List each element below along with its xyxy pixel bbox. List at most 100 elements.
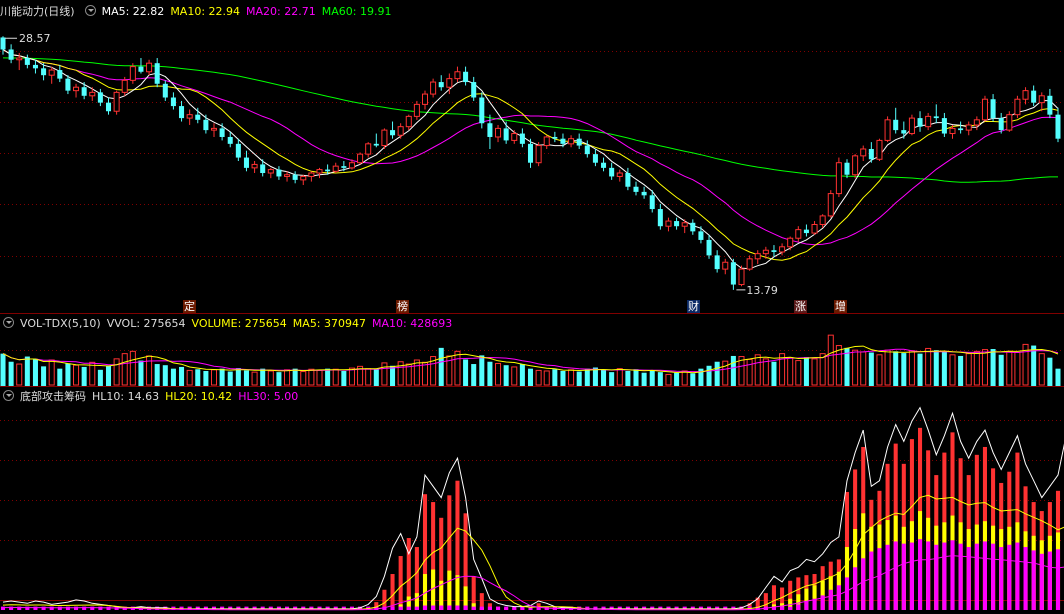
volume-bar	[421, 361, 429, 386]
indicator-magenta-bar	[504, 606, 509, 610]
candle-down	[105, 102, 112, 112]
volume-bar	[203, 370, 209, 386]
volume-bar	[179, 366, 185, 386]
volume-bar	[438, 347, 444, 386]
stock-name: 川能动力	[0, 5, 44, 18]
event-tag-fixed-increase[interactable]: 定	[183, 300, 196, 313]
volume-bar	[1006, 350, 1013, 386]
volume-bar	[186, 369, 193, 386]
volume-bar	[981, 349, 988, 386]
hl10-label: HL10: 14.63	[92, 390, 160, 403]
indicator-magenta-bar	[836, 585, 841, 610]
volume-bar	[893, 351, 899, 386]
event-tag-leaderboard[interactable]: 榜	[396, 300, 409, 313]
volume-bar	[471, 364, 477, 386]
candle-down	[893, 119, 899, 131]
volume-bar	[860, 351, 867, 386]
candle-up	[129, 66, 136, 81]
volume-bar	[113, 358, 120, 386]
volume-bar	[348, 367, 355, 386]
candle-down	[998, 118, 1004, 131]
candle-down	[292, 174, 298, 180]
candle-down	[730, 262, 736, 285]
volume-bar	[57, 368, 63, 386]
volume-bar	[0, 353, 6, 386]
candle-up	[113, 91, 120, 112]
indicator-menu-icon[interactable]	[3, 317, 14, 328]
candle-down	[633, 186, 639, 192]
indicator-magenta-bar	[398, 606, 403, 610]
candle-down	[844, 162, 850, 175]
indicator-magenta-bar	[853, 567, 858, 610]
indicator-magenta-bar	[788, 606, 793, 610]
volume-bar	[949, 354, 956, 386]
volume-bar	[1014, 351, 1021, 386]
indicator-magenta-bar	[520, 606, 525, 610]
volume-bar	[803, 357, 809, 386]
indicator-magenta-bar	[496, 606, 501, 610]
volume-bar	[381, 362, 388, 386]
indicator-magenta-bar	[74, 606, 79, 610]
volume-bar	[933, 350, 939, 386]
stock-chart-canvas[interactable]: 28.57 13.79	[0, 0, 1064, 614]
volume-bar	[811, 358, 818, 386]
candle-up	[908, 117, 915, 135]
candle-up	[981, 98, 988, 121]
candle-up	[827, 193, 834, 217]
volume-bar	[576, 371, 582, 386]
indicator-menu-icon[interactable]	[84, 5, 96, 16]
volume-bar	[649, 370, 655, 386]
candle-down	[390, 130, 396, 136]
candle-down	[609, 167, 615, 177]
event-tag-holding-increase[interactable]: 增	[834, 300, 847, 313]
indicator-magenta-bar	[463, 605, 468, 610]
candle-up	[568, 138, 575, 145]
volume-bar	[665, 373, 672, 386]
event-tag-financial-report[interactable]: 财	[687, 300, 700, 313]
candle-up	[535, 145, 542, 164]
volume-bar	[633, 369, 639, 386]
candle-down	[373, 143, 379, 146]
candle-down	[57, 70, 63, 79]
candle-up	[284, 174, 291, 177]
candle-up	[746, 258, 753, 270]
candle-up	[754, 253, 761, 260]
indicator-magenta-bar	[487, 606, 492, 610]
volume-bar	[146, 355, 153, 386]
candle-down	[641, 191, 647, 196]
indicator-menu-icon[interactable]	[3, 390, 14, 401]
indicator-magenta-bar	[918, 539, 923, 610]
volume-bar	[657, 372, 663, 386]
candle-up	[722, 261, 729, 270]
candle-down	[32, 64, 38, 69]
candle-up	[925, 115, 932, 128]
candle-up	[762, 249, 769, 255]
vol-ma10-label: MA10: 428693	[372, 317, 453, 330]
candle-up	[665, 220, 672, 227]
candle-up	[316, 169, 323, 174]
candle-down	[227, 136, 233, 144]
candle-up	[738, 268, 745, 286]
candle-up	[405, 115, 412, 128]
volume-bar	[162, 365, 168, 386]
volume-bar	[105, 365, 112, 386]
candle-down	[138, 66, 144, 72]
volume-bar	[243, 370, 249, 386]
volume-bar	[958, 355, 964, 386]
indicator-magenta-bar	[431, 605, 436, 610]
candle-down	[803, 229, 809, 234]
candle-down	[8, 49, 14, 60]
volume-bar	[819, 353, 826, 386]
candle-down	[592, 154, 598, 163]
event-tag-limit-up[interactable]: 涨	[794, 300, 807, 313]
volume-bar	[73, 364, 80, 386]
indicator-magenta-bar	[877, 548, 882, 610]
volume-bar	[722, 360, 729, 386]
candle-up	[779, 246, 786, 253]
indicator-magenta-bar	[828, 589, 833, 610]
candle-down	[958, 128, 964, 131]
indicator-magenta-bar	[901, 543, 906, 610]
candle-up	[251, 163, 258, 169]
candle-down	[625, 173, 631, 187]
candle-down	[649, 195, 655, 210]
